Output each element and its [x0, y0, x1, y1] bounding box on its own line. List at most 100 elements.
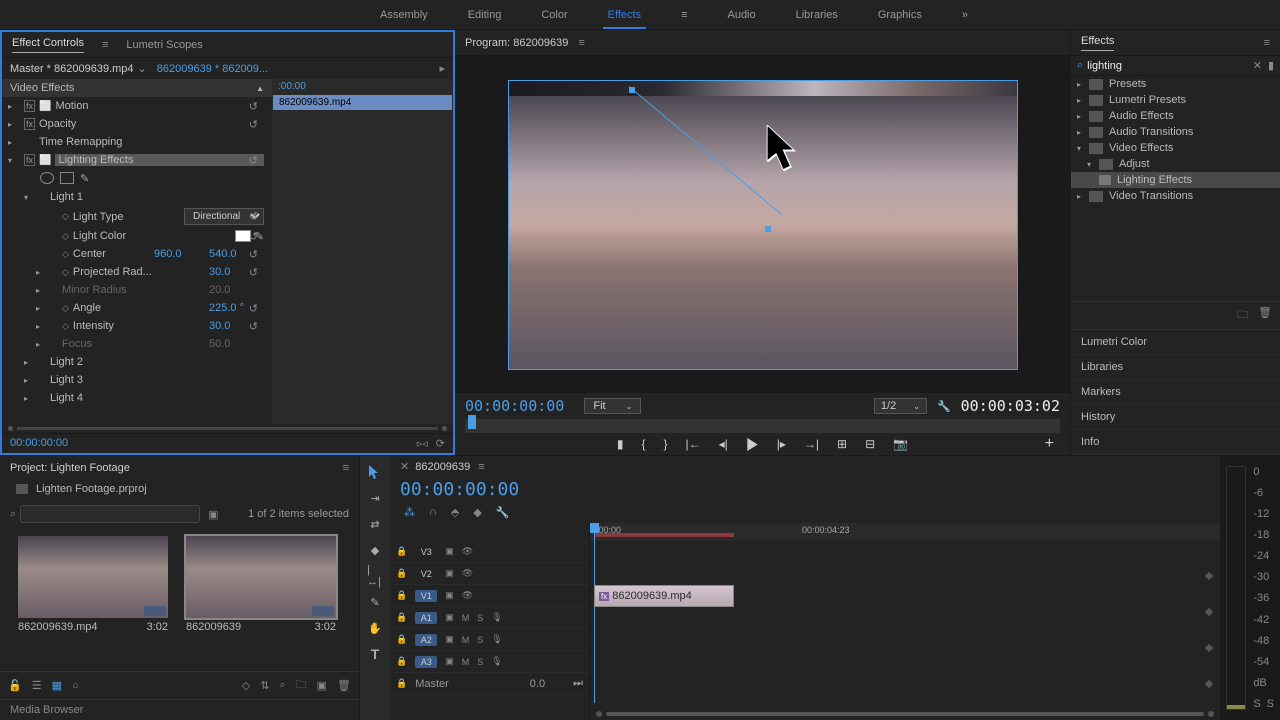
clear-search-icon[interactable]: ✕: [1253, 59, 1262, 72]
fx-lighting-effects-row[interactable]: ▾fx ⬜ Lighting Effects ↺: [2, 151, 272, 169]
lighting-effects-item[interactable]: Lighting Effects: [1071, 172, 1280, 188]
tab-effect-controls-menu-icon[interactable]: ≡: [102, 39, 108, 51]
find-icon[interactable]: ⌕: [279, 679, 285, 692]
solo-toggle[interactable]: S: [477, 635, 483, 645]
resolution-select[interactable]: 1/2 ⌄: [874, 398, 927, 414]
keyframe-toggle-icon[interactable]: ◇: [62, 231, 69, 242]
video-effects-folder[interactable]: ▾Video Effects: [1071, 140, 1280, 156]
solo-right[interactable]: S: [1267, 698, 1274, 710]
list-view-icon[interactable]: ☰: [32, 679, 42, 692]
lock-icon[interactable]: 🔒: [396, 678, 407, 689]
chevron-down-icon[interactable]: ⌄: [138, 62, 147, 75]
track-v1[interactable]: 🔒V1▣👁: [390, 585, 589, 607]
pen-tool-icon[interactable]: ✎: [367, 594, 383, 610]
track-master[interactable]: 🔒Master0.0⏭: [390, 673, 589, 695]
lock-icon[interactable]: 🔒: [396, 546, 407, 557]
video-transitions-folder[interactable]: ▸Video Transitions: [1071, 188, 1280, 204]
razor-tool-icon[interactable]: ◆: [367, 542, 383, 558]
fx-time-remapping-row[interactable]: ▸fx Time Remapping: [2, 133, 272, 151]
play-icon[interactable]: ▸: [439, 62, 445, 75]
mic-icon[interactable]: 🎙: [491, 634, 502, 645]
timeline-playhead[interactable]: [594, 523, 595, 703]
rect-mask-icon[interactable]: [60, 172, 74, 184]
ec-footer-btn[interactable]: ▹◃: [417, 437, 428, 450]
track-a1[interactable]: 🔒A1▣MS🎙: [390, 607, 589, 629]
effects-filter-icon[interactable]: ▮: [1268, 59, 1274, 72]
zoom-fit-select[interactable]: Fit⌄: [584, 398, 641, 414]
reset-icon[interactable]: ↺: [249, 118, 258, 131]
toggle-output-icon[interactable]: ▣: [445, 656, 454, 667]
program-playhead[interactable]: [468, 415, 476, 429]
hand-tool-icon[interactable]: ✋: [367, 620, 383, 636]
play-icon[interactable]: [746, 438, 759, 451]
new-bin-icon[interactable]: 🗀: [296, 676, 307, 695]
ec-clip-bar[interactable]: 862009639.mp4: [273, 95, 452, 110]
effect-controls-timeline[interactable]: :00:00 862009639.mp4: [272, 79, 453, 424]
reset-icon[interactable]: ↺: [249, 302, 258, 315]
reset-icon[interactable]: ↺: [249, 154, 258, 167]
sequence-title[interactable]: 862009639: [415, 461, 470, 473]
track-a2[interactable]: 🔒A2▣MS🎙: [390, 629, 589, 651]
sequence-clip-label[interactable]: 862009639 * 862009...: [157, 63, 268, 75]
solo-toggle[interactable]: S: [477, 657, 483, 667]
mark-clip-icon[interactable]: }: [664, 437, 668, 451]
close-sequence-icon[interactable]: ✕: [400, 460, 409, 473]
reset-icon[interactable]: ↺: [249, 248, 258, 261]
ec-timecode[interactable]: 00:00:00:00: [10, 437, 68, 450]
mute-toggle[interactable]: M: [462, 635, 470, 645]
presets-folder[interactable]: ▸Presets: [1071, 76, 1280, 92]
timeline-timecode[interactable]: 00:00:00:00: [400, 479, 519, 500]
export-frame-icon[interactable]: 📷: [893, 437, 908, 451]
tab-lumetri-scopes[interactable]: Lumetri Scopes: [126, 39, 202, 51]
keyframe-toggle-icon[interactable]: ◇: [62, 211, 69, 222]
lock-icon[interactable]: 🔒: [396, 612, 407, 623]
panel-history[interactable]: History: [1071, 405, 1280, 430]
master-clip-label[interactable]: Master * 862009639.mp4: [10, 63, 134, 75]
eye-icon[interactable]: 👁: [462, 590, 473, 601]
go-to-in-icon[interactable]: |←: [686, 437, 701, 451]
mic-icon[interactable]: 🎙: [491, 612, 502, 623]
audio-effects-folder[interactable]: ▸Audio Effects: [1071, 108, 1280, 124]
tab-overflow-icon[interactable]: »: [962, 9, 968, 21]
program-timecode[interactable]: 00:00:00:00: [465, 397, 564, 415]
lock-icon[interactable]: 🔒: [396, 590, 407, 601]
tab-effects-panel[interactable]: Effects: [1081, 35, 1114, 51]
lock-icon[interactable]: 🔓: [8, 679, 22, 692]
selection-tool-icon[interactable]: [367, 464, 383, 480]
lock-icon[interactable]: 🔒: [396, 634, 407, 645]
panel-menu-icon[interactable]: ≡: [1264, 37, 1270, 49]
video-preview[interactable]: [508, 80, 1018, 370]
reset-icon[interactable]: ↺: [249, 210, 258, 223]
lock-icon[interactable]: 🔒: [396, 656, 407, 667]
filter-bin-icon[interactable]: ▣: [208, 508, 218, 521]
project-item-sequence[interactable]: 8620096393:02: [186, 536, 336, 661]
tab-effects-menu-icon[interactable]: ≡: [681, 9, 687, 21]
linked-selection-icon[interactable]: ∩: [429, 506, 437, 519]
mark-in-icon[interactable]: ▮: [617, 437, 624, 451]
step-forward-icon[interactable]: |▸: [777, 437, 786, 451]
freeform-view-icon[interactable]: ○: [72, 680, 79, 692]
toggle-output-icon[interactable]: ▣: [445, 546, 454, 557]
reset-icon[interactable]: ↺: [249, 100, 258, 113]
sort-icon[interactable]: ⇅: [260, 679, 269, 692]
track-select-tool-icon[interactable]: ⇥: [367, 490, 383, 506]
mute-toggle[interactable]: M: [462, 657, 470, 667]
settings-icon[interactable]: ◆: [473, 506, 481, 519]
tab-audio[interactable]: Audio: [727, 9, 755, 21]
adjust-folder[interactable]: ▾Adjust: [1071, 156, 1280, 172]
tab-graphics[interactable]: Graphics: [878, 9, 922, 21]
timeline-content[interactable]: :00:00 00:00:04:23 fx862009639.mp4: [590, 523, 1220, 720]
toggle-output-icon[interactable]: ▣: [445, 590, 454, 601]
program-monitor[interactable]: [455, 56, 1070, 393]
track-a3[interactable]: 🔒A3▣MS🎙: [390, 651, 589, 673]
mark-out-icon[interactable]: {: [641, 437, 645, 451]
mic-icon[interactable]: 🎙: [491, 656, 502, 667]
step-back-icon[interactable]: ◂|: [719, 437, 728, 451]
track-v2[interactable]: 🔒V2▣👁: [390, 563, 589, 585]
keyframe-toggle-icon[interactable]: ◇: [62, 303, 69, 314]
icon-view-icon[interactable]: ▦: [52, 679, 62, 692]
toggle-output-icon[interactable]: ▣: [445, 612, 454, 623]
project-item-clip[interactable]: 862009639.mp43:02: [18, 536, 168, 661]
timeline-ruler[interactable]: :00:00 00:00:04:23: [590, 523, 1220, 541]
reset-icon[interactable]: ↺: [249, 320, 258, 333]
